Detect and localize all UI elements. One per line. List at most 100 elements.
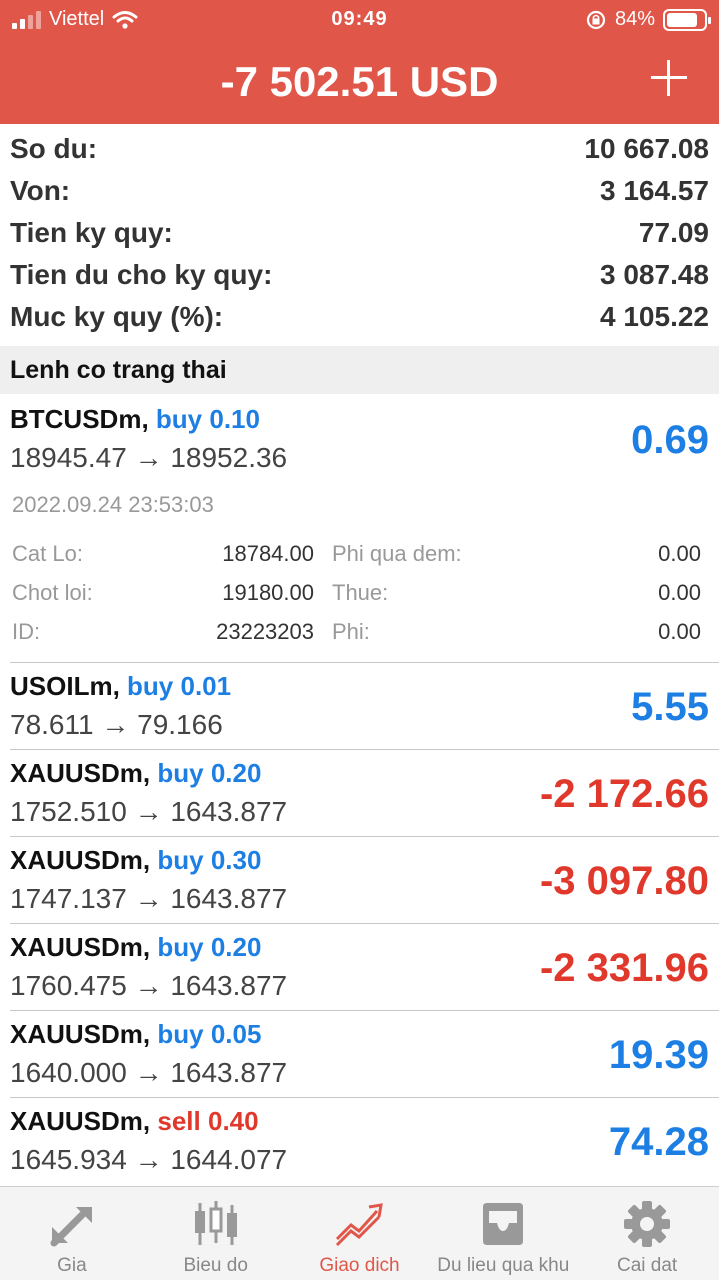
position-title: USOILm, buy 0.01 <box>10 671 231 702</box>
battery-percent: 84% <box>614 8 655 30</box>
quotes-arrows-icon <box>50 1207 92 1247</box>
position-detail: 2022.09.24 23:53:03 Cat Lo: 18784.00 Phi… <box>10 482 719 662</box>
summary-row-balance: So du: 10 667.08 <box>0 128 719 170</box>
detail-label: ID: <box>12 618 41 644</box>
position-row[interactable]: XAUUSDm, buy 0.20 1752.510 → 1643.877 -2… <box>10 750 719 837</box>
app-header: Viettel 09:49 84% -7 502.51 USD <box>0 0 719 124</box>
position-row[interactable]: XAUUSDm, sell 0.40 1645.934 → 1644.077 7… <box>10 1098 719 1184</box>
position-symbol: XAUUSDm, <box>10 932 151 962</box>
detail-label: Chot loi: <box>12 579 93 605</box>
trade-trend-icon <box>336 1203 384 1247</box>
position-symbol: XAUUSDm, <box>10 845 151 875</box>
floating-profit-title: -7 502.51 USD <box>220 58 499 105</box>
position-profit: 74.28 <box>608 1120 709 1164</box>
tab-history[interactable]: Du lieu qua khu <box>431 1187 575 1280</box>
new-order-plus-button[interactable] <box>651 60 687 96</box>
position-side: buy 0.05 <box>157 1019 262 1049</box>
position-title: XAUUSDm, buy 0.20 <box>10 932 261 963</box>
bottom-tab-bar: Gia Bieu do Giao dich Du lieu qua khu Ca… <box>0 1186 719 1280</box>
position-prices: 78.611 → 79.166 <box>10 709 223 740</box>
position-prices: 1645.934 → 1644.077 <box>10 1144 288 1175</box>
position-symbol: USOILm, <box>10 671 120 701</box>
position-profit: -2 331.96 <box>539 946 709 990</box>
position-main[interactable]: XAUUSDm, buy 0.20 1760.475 → 1643.877 -2… <box>10 924 719 1010</box>
summary-value: 4 105.22 <box>600 301 709 332</box>
detail-value: 18784.00 <box>222 540 314 566</box>
position-side: buy 0.20 <box>157 932 262 962</box>
tab-label: Gia <box>57 1255 87 1276</box>
position-open-time: 2022.09.24 23:53:03 <box>12 492 214 517</box>
account-summary: So du: 10 667.08 Von: 3 164.57 Tien ky q… <box>0 128 719 338</box>
open-positions-header: Lenh co trang thai <box>0 346 719 394</box>
position-title: XAUUSDm, buy 0.20 <box>10 758 261 789</box>
detail-label: Phi: <box>332 618 370 644</box>
tab-chart[interactable]: Bieu do <box>144 1187 288 1280</box>
tab-label: Giao dich <box>319 1255 400 1276</box>
history-inbox-icon <box>483 1203 524 1245</box>
detail-value: 23223203 <box>216 618 314 644</box>
summary-label: So du: <box>10 133 98 164</box>
position-detail-grid: Cat Lo: 18784.00 Phi qua dem: 0.00 Chot … <box>12 534 709 651</box>
summary-value: 3 087.48 <box>600 259 709 290</box>
position-title: BTCUSDm, buy 0.10 <box>10 404 260 435</box>
rotation-lock-icon <box>586 10 606 29</box>
detail-value: 0.00 <box>658 618 701 644</box>
tab-quotes[interactable]: Gia <box>0 1187 144 1280</box>
detail-value: 0.00 <box>658 579 701 605</box>
position-profit: -3 097.80 <box>539 859 709 903</box>
position-main[interactable]: BTCUSDm, buy 0.10 18945.47 → 18952.36 0.… <box>10 396 719 482</box>
position-prices: 1747.137 → 1643.877 <box>10 883 288 914</box>
summary-label: Von: <box>10 175 71 206</box>
position-row[interactable]: XAUUSDm, buy 0.05 1640.000 → 1643.877 19… <box>10 1011 719 1098</box>
tab-settings[interactable]: Cai dat <box>575 1187 719 1280</box>
detail-row: Cat Lo: 18784.00 Phi qua dem: 0.00 <box>12 534 709 573</box>
summary-row-equity: Von: 3 164.57 <box>0 170 719 212</box>
tab-label: Cai dat <box>616 1255 678 1276</box>
position-side: sell 0.40 <box>157 1106 259 1136</box>
position-prices: 1640.000 → 1643.877 <box>10 1057 288 1088</box>
position-row[interactable]: XAUUSDm, buy 0.30 1747.137 → 1643.877 -3… <box>10 837 719 924</box>
position-title: XAUUSDm, sell 0.40 <box>10 1106 259 1137</box>
summary-row-free-margin: Tien du cho ky quy: 3 087.48 <box>0 254 719 296</box>
position-main[interactable]: XAUUSDm, buy 0.20 1752.510 → 1643.877 -2… <box>10 750 719 836</box>
position-prices: 18945.47 → 18952.36 <box>10 442 288 473</box>
detail-value: 0.00 <box>658 540 701 566</box>
position-symbol: BTCUSDm, <box>10 404 149 434</box>
position-side: buy 0.01 <box>127 671 232 701</box>
summary-label: Muc ky quy (%): <box>10 301 224 332</box>
detail-row: ID: 23223203 Phi: 0.00 <box>12 612 709 651</box>
detail-label: Cat Lo: <box>12 540 83 566</box>
position-main[interactable]: XAUUSDm, buy 0.30 1747.137 → 1643.877 -3… <box>10 837 719 923</box>
positions-list: BTCUSDm, buy 0.10 18945.47 → 18952.36 0.… <box>0 396 719 1184</box>
position-main[interactable]: XAUUSDm, sell 0.40 1645.934 → 1644.077 7… <box>10 1098 719 1184</box>
position-title: XAUUSDm, buy 0.05 <box>10 1019 261 1050</box>
summary-row-margin-level: Muc ky quy (%): 4 105.22 <box>0 296 719 338</box>
position-side: buy 0.10 <box>155 404 260 434</box>
position-symbol: XAUUSDm, <box>10 1019 151 1049</box>
detail-value: 19180.00 <box>222 579 314 605</box>
summary-value: 77.09 <box>638 217 709 248</box>
detail-row: Chot loi: 19180.00 Thue: 0.00 <box>12 573 709 612</box>
position-side: buy 0.20 <box>157 758 262 788</box>
status-bar: Viettel 09:49 84% <box>0 0 719 40</box>
position-row[interactable]: USOILm, buy 0.01 78.611 → 79.166 5.55 <box>10 663 719 750</box>
position-main[interactable]: XAUUSDm, buy 0.05 1640.000 → 1643.877 19… <box>10 1011 719 1097</box>
position-title: XAUUSDm, buy 0.30 <box>10 845 261 876</box>
position-symbol: XAUUSDm, <box>10 758 151 788</box>
tab-trade[interactable]: Giao dich <box>288 1187 432 1280</box>
summary-value: 3 164.57 <box>600 175 709 206</box>
position-profit: -2 172.66 <box>539 772 709 816</box>
position-row[interactable]: BTCUSDm, buy 0.10 18945.47 → 18952.36 0.… <box>10 396 719 663</box>
detail-label: Phi qua dem: <box>332 540 462 566</box>
detail-label: Thue: <box>332 579 389 605</box>
position-symbol: XAUUSDm, <box>10 1106 151 1136</box>
position-profit: 5.55 <box>631 685 709 729</box>
gear-icon <box>624 1201 671 1247</box>
summary-value: 10 667.08 <box>584 133 709 164</box>
position-row[interactable]: XAUUSDm, buy 0.20 1760.475 → 1643.877 -2… <box>10 924 719 1011</box>
status-right: 84% <box>585 8 711 31</box>
position-main[interactable]: USOILm, buy 0.01 78.611 → 79.166 5.55 <box>10 663 719 749</box>
position-prices: 1760.475 → 1643.877 <box>10 970 288 1001</box>
tab-label: Bieu do <box>183 1255 248 1276</box>
position-profit: 19.39 <box>608 1033 709 1077</box>
